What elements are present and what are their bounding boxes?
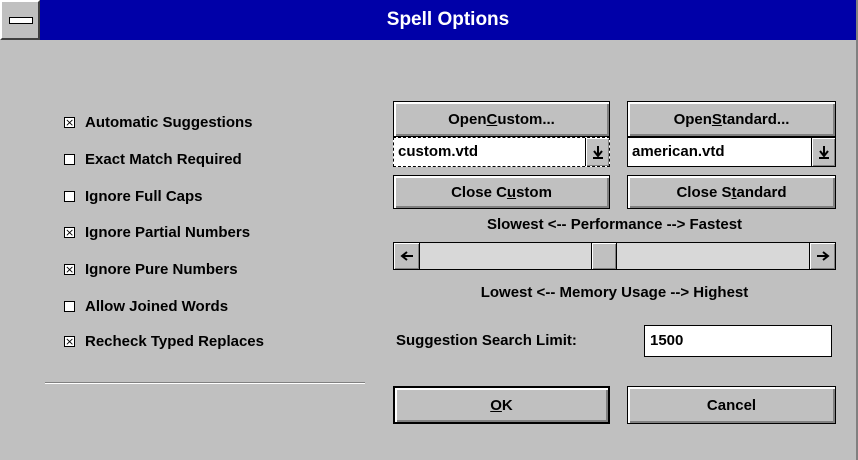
separator-line xyxy=(45,382,365,384)
standard-dictionary-value: american.vtd xyxy=(632,143,725,160)
checkbox-label: Recheck Typed Replaces xyxy=(85,332,264,350)
exact-match-required-checkbox[interactable]: Exact Match Required xyxy=(64,149,242,169)
allow-joined-words-checkbox[interactable]: Allow Joined Words xyxy=(64,296,228,316)
suggestion-search-limit-label: Suggestion Search Limit: xyxy=(396,332,577,349)
down-arrow-icon[interactable] xyxy=(585,138,609,166)
checkbox-box[interactable]: × xyxy=(64,116,75,128)
performance-label: Slowest <-- Performance --> Fastest xyxy=(486,216,743,233)
memory-usage-label: Lowest <-- Memory Usage --> Highest xyxy=(480,284,749,301)
checkbox-label: Ignore Full Caps xyxy=(85,187,203,205)
ignore-partial-numbers-checkbox[interactable]: × Ignore Partial Numbers xyxy=(64,222,250,242)
system-menu-icon[interactable] xyxy=(0,0,40,40)
standard-dictionary-dropdown[interactable]: american.vtd xyxy=(627,137,836,167)
checkbox-label: Exact Match Required xyxy=(85,150,242,168)
checkbox-box[interactable] xyxy=(64,190,75,202)
performance-memory-slider[interactable] xyxy=(393,242,836,270)
title-bar[interactable]: Spell Options xyxy=(0,0,856,40)
recheck-typed-replaces-checkbox[interactable]: × Recheck Typed Replaces xyxy=(64,331,264,351)
right-arrow-icon[interactable] xyxy=(809,243,835,269)
left-arrow-icon[interactable] xyxy=(394,243,420,269)
automatic-suggestions-checkbox[interactable]: × Automatic Suggestions xyxy=(64,112,253,132)
window-title: Spell Options xyxy=(386,9,510,30)
custom-dictionary-value: custom.vtd xyxy=(398,143,479,160)
ignore-full-caps-checkbox[interactable]: Ignore Full Caps xyxy=(64,186,203,206)
close-custom-button[interactable]: Close Cu stom xyxy=(393,175,610,209)
checkbox-label: Ignore Pure Numbers xyxy=(85,260,238,278)
ignore-pure-numbers-checkbox[interactable]: × Ignore Pure Numbers xyxy=(64,259,238,279)
suggestion-search-limit-input[interactable]: 1500 xyxy=(644,325,832,357)
open-standard-button[interactable]: Open Standard... xyxy=(627,101,836,137)
close-standard-button[interactable]: Close St andard xyxy=(627,175,836,209)
checkbox-label: Automatic Suggestions xyxy=(85,113,253,131)
cancel-button[interactable]: Cancel xyxy=(627,386,836,424)
spell-options-dialog: Spell Options × Automatic Suggestions Ex… xyxy=(0,0,858,460)
checkbox-label: Allow Joined Words xyxy=(85,297,229,315)
checkbox-box[interactable]: × xyxy=(64,263,75,275)
open-custom-button[interactable]: Open Custom... xyxy=(393,101,610,137)
slider-thumb[interactable] xyxy=(590,243,617,269)
checkbox-box[interactable]: × xyxy=(64,335,75,347)
down-arrow-icon[interactable] xyxy=(811,138,835,166)
checkbox-box[interactable] xyxy=(64,300,75,312)
custom-dictionary-dropdown[interactable]: custom.vtd xyxy=(393,137,610,167)
checkbox-box[interactable]: × xyxy=(64,226,75,238)
ok-button[interactable]: OK xyxy=(393,386,610,424)
checkbox-label: Ignore Partial Numbers xyxy=(85,223,251,241)
checkbox-box[interactable] xyxy=(64,153,75,165)
